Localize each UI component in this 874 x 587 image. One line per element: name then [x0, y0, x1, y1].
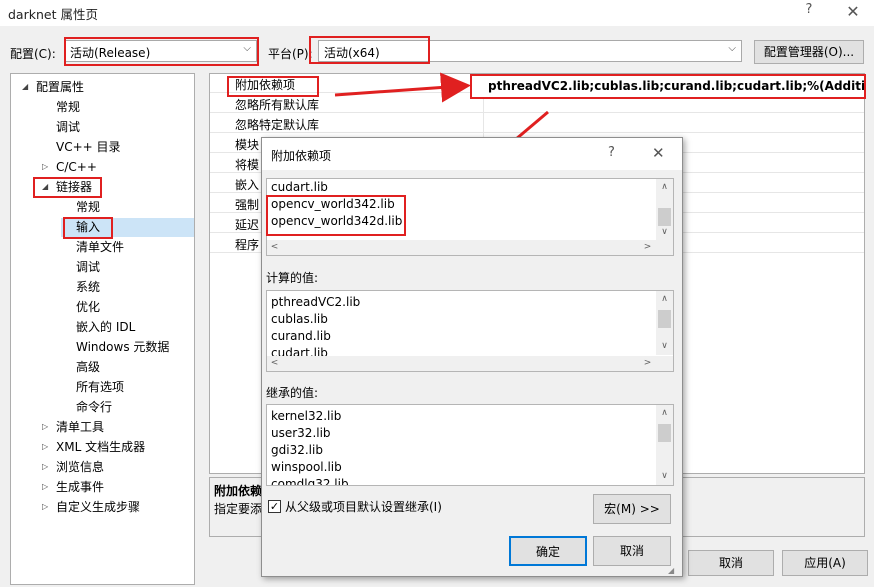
- vertical-scrollbar[interactable]: ∧ ∨: [656, 291, 673, 355]
- help-icon[interactable]: ?: [608, 145, 615, 160]
- list-item: user32.lib: [271, 426, 331, 440]
- scroll-up-icon[interactable]: ∧: [656, 179, 673, 196]
- list-item: winspool.lib: [271, 460, 342, 474]
- scroll-thumb[interactable]: [658, 310, 671, 328]
- scroll-right-icon[interactable]: >: [640, 240, 655, 255]
- highlight-box-opencv-libs: [266, 195, 406, 236]
- scroll-right-icon[interactable]: >: [640, 356, 655, 371]
- list-item: kernel32.lib: [271, 409, 342, 423]
- vertical-scrollbar[interactable]: ∧ ∨: [656, 179, 673, 240]
- horizontal-scrollbar[interactable]: < >: [267, 240, 673, 255]
- inherited-values-list[interactable]: kernel32.lib user32.lib gdi32.lib winspo…: [266, 404, 674, 486]
- macros-button[interactable]: 宏(M) >>: [593, 494, 671, 524]
- ok-button[interactable]: 确定: [509, 536, 587, 566]
- scroll-thumb[interactable]: [658, 424, 671, 442]
- list-item: curand.lib: [271, 329, 331, 343]
- vertical-scrollbar[interactable]: ∧ ∨: [656, 405, 673, 485]
- close-icon[interactable]: ✕: [652, 144, 665, 162]
- scroll-left-icon[interactable]: <: [267, 356, 282, 371]
- list-item: comdlg32.lib: [271, 477, 349, 486]
- list-item: cublas.lib: [271, 312, 328, 326]
- dialog-title-bar: 附加依赖项 ? ✕: [262, 138, 682, 170]
- computed-values-label: 计算的值:: [266, 271, 319, 285]
- edit-line: cudart.lib: [271, 180, 328, 194]
- list-item: pthreadVC2.lib: [271, 295, 361, 309]
- additional-deps-dialog: 附加依赖项 ? ✕ cudart.lib opencv_world342.lib…: [261, 137, 683, 577]
- resize-grip-icon[interactable]: ◢: [668, 566, 674, 575]
- scroll-down-icon[interactable]: ∨: [656, 224, 673, 241]
- scroll-up-icon[interactable]: ∧: [656, 291, 673, 308]
- inherit-checkbox[interactable]: ✓: [268, 500, 281, 513]
- computed-values-list[interactable]: pthreadVC2.lib cublas.lib curand.lib cud…: [266, 290, 674, 372]
- scroll-down-icon[interactable]: ∨: [656, 338, 673, 355]
- scroll-down-icon[interactable]: ∨: [656, 468, 673, 485]
- scroll-left-icon[interactable]: <: [267, 240, 282, 255]
- scroll-up-icon[interactable]: ∧: [656, 405, 673, 422]
- dialog-title: 附加依赖项: [271, 149, 332, 163]
- arrow-to-value: [334, 72, 471, 103]
- inherit-checkbox-label: 从父级或项目默认设置继承(I): [285, 500, 442, 514]
- list-item: gdi32.lib: [271, 443, 323, 457]
- inherited-values-label: 继承的值:: [266, 386, 319, 400]
- dialog-cancel-button[interactable]: 取消: [593, 536, 671, 566]
- horizontal-scrollbar[interactable]: < >: [267, 356, 673, 371]
